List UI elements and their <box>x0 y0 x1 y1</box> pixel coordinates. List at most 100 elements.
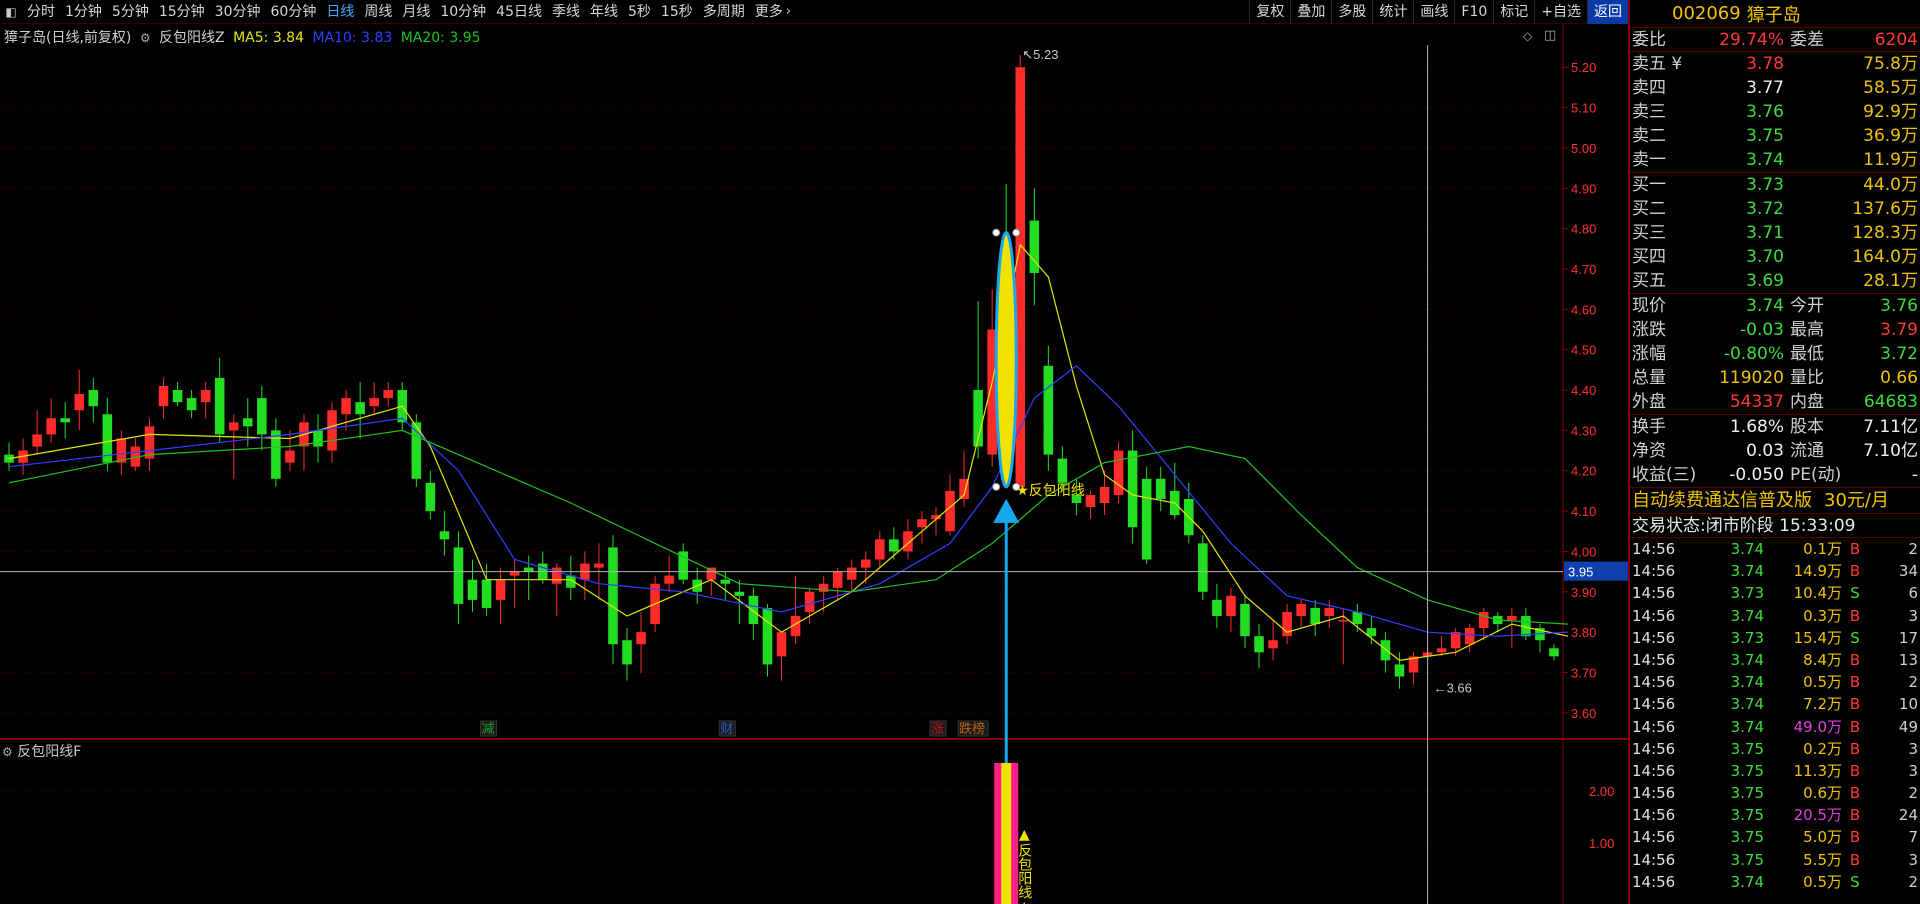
tick-side: B <box>1849 784 1861 803</box>
tick-row: 14:56 3.74 0.3万 B 3 <box>1630 605 1920 627</box>
toolbar-button[interactable]: 返回 <box>1587 0 1628 24</box>
period-tab[interactable]: 15秒 <box>656 0 698 24</box>
stat-label: 涨跌 <box>1632 320 1666 340</box>
period-tab[interactable]: 30分钟 <box>210 0 266 24</box>
tick-time: 14:56 <box>1632 828 1676 847</box>
period-tab[interactable]: 月线 <box>397 0 435 24</box>
period-tab[interactable]: 日线 <box>321 0 359 24</box>
ask-label: 卖三 <box>1632 102 1666 122</box>
bid-label: 买一 <box>1632 175 1666 195</box>
toolbar-button[interactable]: 叠加 <box>1290 0 1331 24</box>
period-tab[interactable]: 1分钟 <box>60 0 107 24</box>
stat-row: 总量 119020 量比 0.66 <box>1630 366 1920 390</box>
trade-status: 交易状态:闭市阶段 15:33:09 <box>1630 514 1920 538</box>
weicha-value: 6204 <box>1874 30 1918 50</box>
legend-sub-formula[interactable]: 反包阳线F <box>17 744 81 760</box>
candle-body <box>1394 664 1405 677</box>
tick-price: 3.73 <box>1730 584 1764 603</box>
sub-y-tick-label: 1.00 <box>1589 836 1614 851</box>
toolbar-button[interactable]: 标记 <box>1493 0 1534 24</box>
candle-body <box>439 531 450 540</box>
ask-row: 卖一 3.74 11.9万 <box>1630 148 1920 172</box>
period-toolbar: ◧ 分时 1分钟 5分钟 15分钟 30分钟 60分钟 日线 周线 月线 10分钟 45日线 季线 年线… <box>0 0 1628 24</box>
tick-row: 14:56 3.74 7.2万 B 10 <box>1630 693 1920 715</box>
tick-side: B <box>1849 761 1861 780</box>
kline-chart[interactable]: 5.20 5.10 5.00 4.90 4.80 4.70 4.60 4.50 4.40 4.30… <box>0 25 1628 904</box>
tick-row: 14:56 3.75 5.5万 B 3 <box>1630 849 1920 871</box>
period-tab[interactable]: 季线 <box>547 0 585 24</box>
tick-row: 14:56 3.75 20.5万 B 24 <box>1630 804 1920 826</box>
candle-body <box>594 563 604 568</box>
tick-time: 14:56 <box>1632 806 1676 825</box>
toolbar-button[interactable]: 统计 <box>1372 0 1413 24</box>
ask-row: 卖二 3.75 36.9万 <box>1630 124 1920 148</box>
tick-time: 14:56 <box>1632 872 1676 891</box>
stat-value: 1.68% <box>1729 417 1784 437</box>
tick-volume: 7.2万 <box>1803 695 1842 714</box>
candle-body <box>734 591 745 596</box>
period-tab[interactable]: 15分钟 <box>154 0 210 24</box>
candle-body <box>1057 458 1068 483</box>
toolbar-button[interactable]: 画线 <box>1413 0 1454 24</box>
selection-handle <box>992 482 1001 491</box>
y-tick-label: 5.00 <box>1571 141 1596 156</box>
tick-price: 3.75 <box>1730 806 1764 825</box>
candle-body <box>88 390 99 407</box>
y-tick-label: 4.00 <box>1571 544 1596 559</box>
sub-settings-icon[interactable]: ⚙ <box>2 745 13 759</box>
menu-icon[interactable]: ◧ <box>0 0 22 24</box>
period-tab[interactable]: 5秒 <box>623 0 656 24</box>
low-marker: ←3.66 <box>1434 681 1472 696</box>
candle-body <box>608 547 618 645</box>
chart-area[interactable]: 5.20 5.10 5.00 4.90 4.80 4.70 4.60 4.50 4.40 4.30… <box>0 25 1628 904</box>
formula-settings-icon[interactable]: ⚙ <box>140 31 151 45</box>
tick-count: 10 <box>1898 695 1918 714</box>
candle-body <box>509 571 520 576</box>
stat-value: 0.66 <box>1880 368 1918 388</box>
period-tab[interactable]: 10分钟 <box>435 0 491 24</box>
weibi-value: 29.74% <box>1719 30 1784 50</box>
chevron-right-icon[interactable]: › <box>786 4 791 19</box>
period-tab[interactable]: 45日线 <box>491 0 547 24</box>
period-tab[interactable]: 分时 <box>22 0 60 24</box>
toolbar-button[interactable]: +自选 <box>1534 0 1587 24</box>
tick-volume: 11.3万 <box>1793 761 1842 780</box>
toolbar-button[interactable]: 复权 <box>1249 0 1290 24</box>
candle-body <box>228 422 239 431</box>
promo-banner[interactable]: 自动续费通达信普及版 30元/月 <box>1630 488 1920 514</box>
period-tab[interactable]: 多周期 <box>698 0 750 24</box>
period-tab[interactable]: 60分钟 <box>266 0 322 24</box>
stat-row: 净资 0.03 流通 7.10亿 <box>1630 439 1920 463</box>
bid-row: 买一 3.73 44.0万 <box>1630 173 1920 197</box>
legend-formula[interactable]: 反包阳线Z <box>159 30 225 46</box>
bid-price: 3.71 <box>1746 223 1784 243</box>
tick-list[interactable]: 14:56 3.74 0.1万 B 2 14:56 3.74 14.9万 B 34 14:56 3.7… <box>1630 538 1920 893</box>
bid-price: 3.69 <box>1746 271 1784 291</box>
stat-value: 7.11亿 <box>1863 417 1918 437</box>
selection-handle <box>1012 228 1021 237</box>
period-tab[interactable]: 年线 <box>585 0 623 24</box>
period-tab[interactable]: 5分钟 <box>107 0 154 24</box>
ask-row: 卖五 ¥ 3.78 75.8万 <box>1630 52 1920 76</box>
y-tick-label: 4.10 <box>1571 504 1596 519</box>
period-tab[interactable]: 更多 <box>750 0 788 24</box>
toolbar-button[interactable]: 多股 <box>1331 0 1372 24</box>
period-tab[interactable]: 周线 <box>359 0 397 24</box>
ask-volume: 36.9万 <box>1863 126 1918 146</box>
tick-side: B <box>1849 828 1861 847</box>
signal-ellipse <box>994 231 1018 489</box>
tick-row: 14:56 3.74 0.5万 S 2 <box>1630 871 1920 893</box>
bid-price: 3.70 <box>1746 247 1784 267</box>
y-tick-label: 4.50 <box>1571 343 1596 358</box>
tick-price: 3.74 <box>1730 673 1764 692</box>
bid-label: 买三 <box>1632 223 1666 243</box>
stat-value: 3.79 <box>1880 320 1918 340</box>
candle-body <box>425 482 436 512</box>
tick-volume: 20.5万 <box>1793 806 1842 825</box>
stat-label: 总量 <box>1632 368 1666 388</box>
diamond-icon[interactable]: ◇ <box>1523 29 1532 43</box>
stat-label: 换手 <box>1632 417 1666 437</box>
stat-label: 流通 <box>1790 441 1824 461</box>
panel-toggle-icon[interactable]: ◫ <box>1544 28 1556 43</box>
toolbar-button[interactable]: F10 <box>1454 0 1493 24</box>
